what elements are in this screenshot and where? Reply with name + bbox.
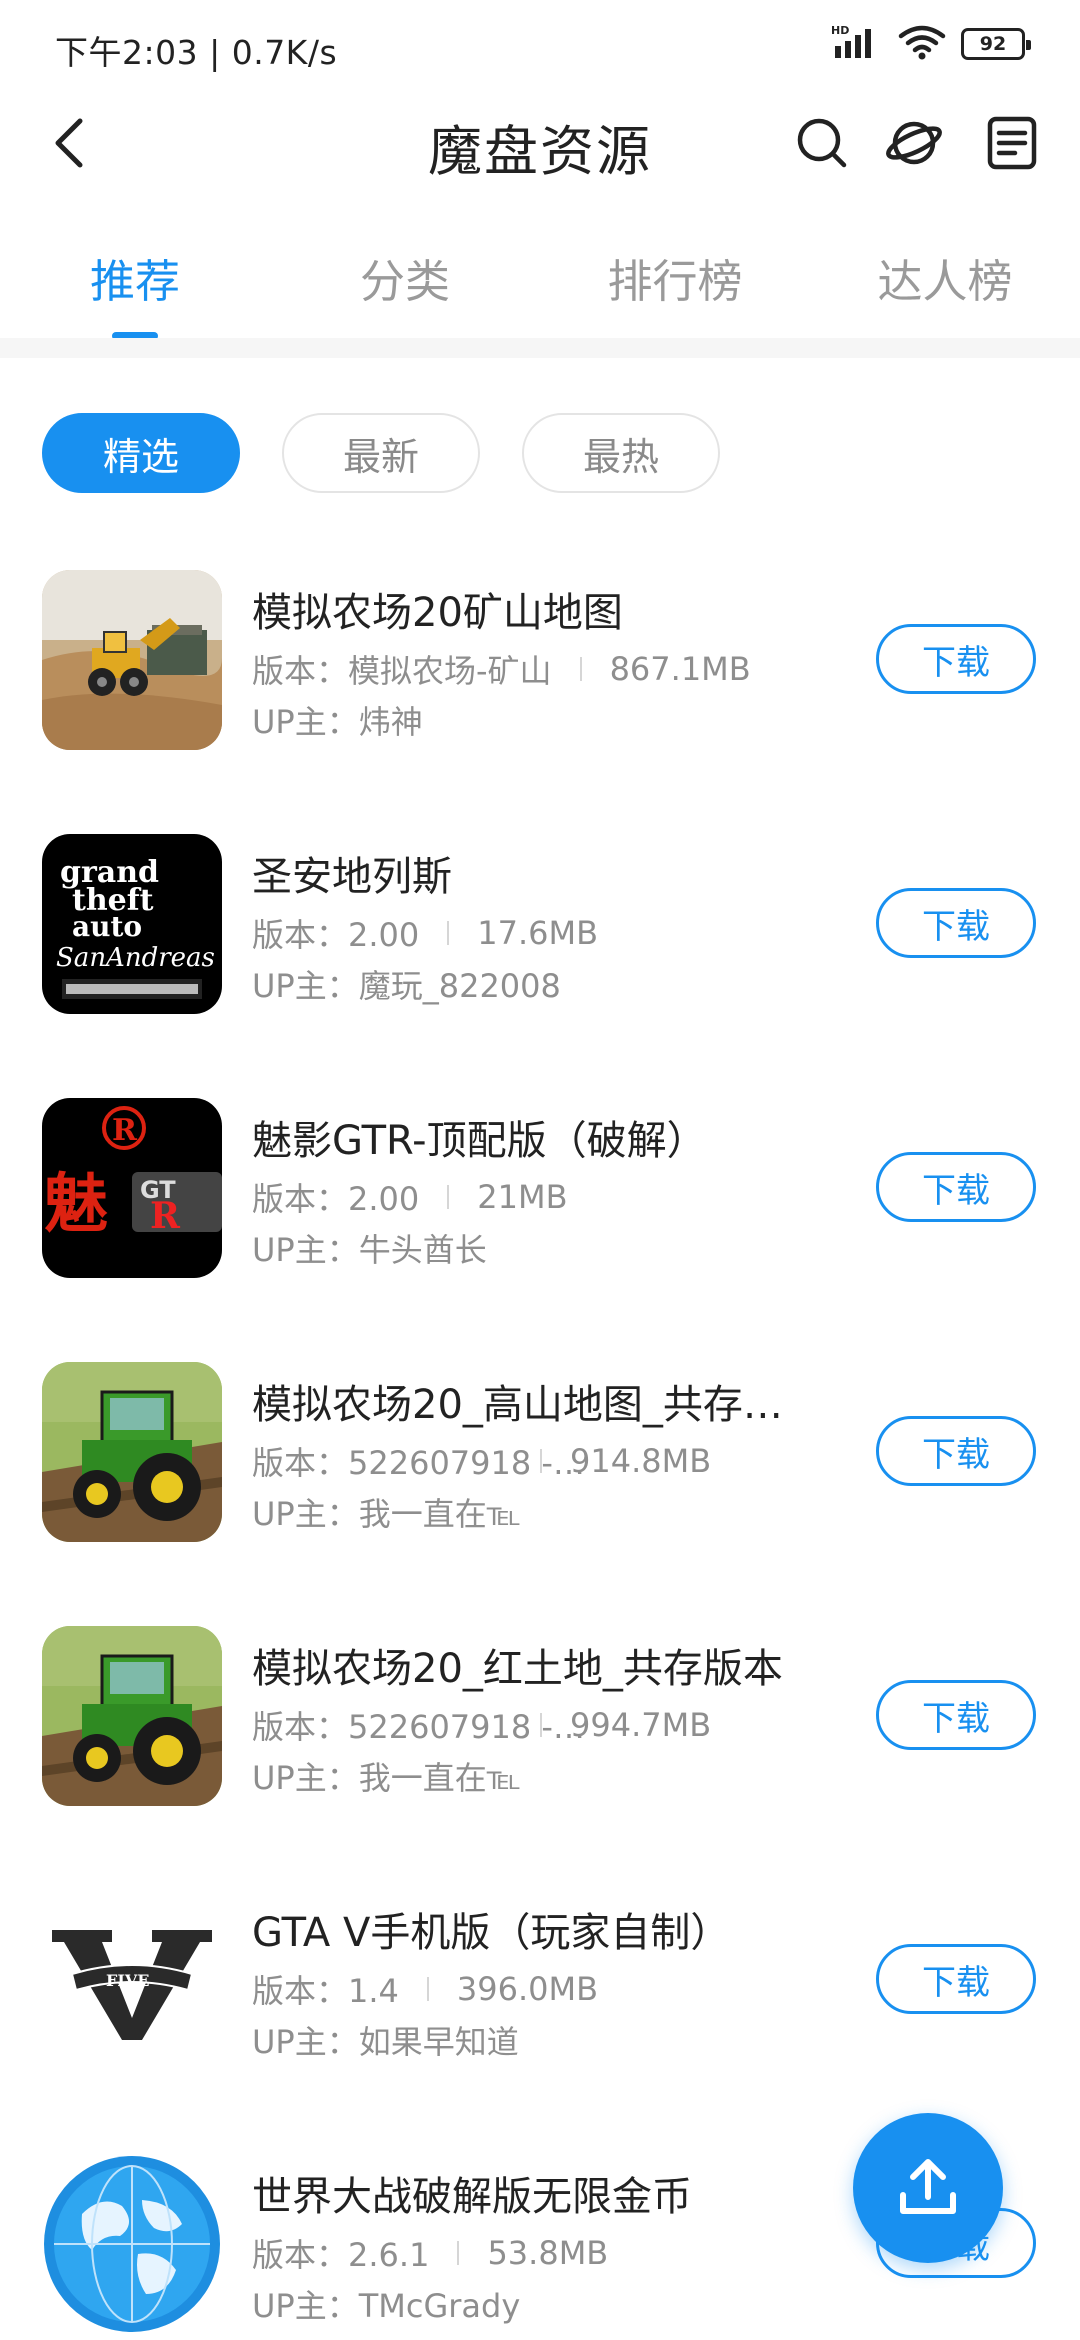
item-version: 版本：522607918 -… (252, 1708, 585, 1746)
filter-chip-latest[interactable]: 最新 (282, 413, 480, 493)
item-version: 版本：522607918 -… (252, 1444, 585, 1482)
status-icons: HD 92 (831, 24, 1031, 64)
green-tractor-thumbnail (42, 1362, 222, 1542)
item-meta: 版本：2.00 17.6MB (252, 910, 598, 956)
item-uploader: UP主：我一直在℡ (252, 1495, 522, 1533)
item-meta: 版本：522607918 -… 994.7MB (252, 1702, 711, 1748)
green-tractor-thumbnail (42, 1626, 222, 1806)
planet-icon (886, 121, 942, 165)
item-uploader: UP主：TMcGrady (252, 2287, 521, 2325)
app-header: 魔盘资源 (0, 95, 1080, 195)
gtr-logo: R 魅 GT R (42, 1098, 222, 1278)
item-title: 魅影GTR-顶配版（破解） (252, 1118, 707, 1164)
upload-icon (900, 2159, 956, 2214)
gta-san-andreas-logo: grand theft auto SanAndreas (42, 834, 222, 1014)
item-uploader: UP主：牛头酋长 (252, 1231, 487, 1269)
item-title: 模拟农场20_高山地图_共存版本 (252, 1382, 822, 1428)
search-button[interactable] (790, 111, 854, 175)
item-title: 圣安地列斯 (252, 854, 452, 900)
item-meta: 版本：2.6.1 53.8MB (252, 2230, 608, 2276)
document-button[interactable] (980, 111, 1044, 175)
item-version: 版本：2.00 (252, 916, 420, 954)
tab-recommend[interactable]: 推荐 (90, 245, 180, 310)
document-list-icon (987, 116, 1037, 170)
item-uploader: UP主：我一直在℡ (252, 1759, 522, 1797)
meta-separator (579, 657, 582, 681)
tab-category[interactable]: 分类 (360, 245, 450, 310)
item-uploader: UP主：如果早知道 (252, 2023, 519, 2061)
item-title: 世界大战破解版无限金币 (252, 2174, 692, 2220)
list-item[interactable]: FIVE GTA V手机版（玩家自制） 版本：1.4 396.0MB UP主：如… (0, 1888, 1080, 2152)
meta-separator (457, 2241, 460, 2265)
tab-experts[interactable]: 达人榜 (877, 245, 1012, 310)
gta-five-logo: FIVE (42, 1890, 222, 2070)
list-item[interactable]: R 魅 GT R 魅影GTR-顶配版（破解） 版本：2.00 21MB UP主：… (0, 1096, 1080, 1360)
item-meta: 版本：1.4 396.0MB (252, 1966, 598, 2012)
item-uploader: UP主：炜神 (252, 703, 423, 741)
download-button[interactable]: 下载 (876, 624, 1036, 694)
list-item[interactable]: 模拟农场20矿山地图 版本：模拟农场-矿山 867.1MB UP主：炜神 下载 (0, 568, 1080, 832)
meta-separator (426, 1977, 429, 2001)
mining-loader-thumbnail (42, 570, 222, 750)
item-size: 21MB (477, 1178, 568, 1216)
tab-ranking[interactable]: 排行榜 (607, 245, 742, 310)
item-size: 914.8MB (570, 1442, 712, 1480)
meta-separator (447, 1185, 450, 1209)
item-version: 版本：2.00 (252, 1180, 420, 1218)
upload-button[interactable] (853, 2113, 1003, 2263)
item-size: 994.7MB (570, 1706, 712, 1744)
meta-separator (540, 1449, 542, 1473)
svg-text:R: R (150, 1195, 181, 1237)
item-version: 版本：2.6.1 (252, 2236, 430, 2274)
item-size: 53.8MB (487, 2234, 609, 2272)
signal-icon: HD (831, 24, 883, 64)
filter-chip-hottest[interactable]: 最热 (522, 413, 720, 493)
download-button[interactable]: 下载 (876, 1416, 1036, 1486)
filter-chip-featured[interactable]: 精选 (42, 413, 240, 493)
filter-chips: 精选 最新 最热 (42, 413, 720, 493)
meta-separator (447, 921, 450, 945)
svg-text:FIVE: FIVE (106, 1971, 149, 1990)
svg-text:魅: 魅 (44, 1167, 108, 1242)
planet-button[interactable] (882, 111, 946, 175)
svg-text:SanAndreas: SanAndreas (56, 943, 215, 973)
item-size: 867.1MB (609, 650, 751, 688)
battery-level: 92 (979, 33, 1007, 55)
download-button[interactable]: 下载 (876, 1680, 1036, 1750)
item-title: GTA V手机版（玩家自制） (252, 1910, 731, 1956)
item-size: 17.6MB (477, 914, 599, 952)
globe-icon (42, 2154, 222, 2334)
list-item[interactable]: grand theft auto SanAndreas 圣安地列斯 版本：2.0… (0, 832, 1080, 1096)
item-version: 版本：1.4 (252, 1972, 399, 2010)
svg-text:auto: auto (72, 910, 142, 943)
battery-icon: 92 (961, 28, 1031, 60)
search-icon (797, 118, 847, 168)
item-meta: 版本：522607918 -… 914.8MB (252, 1438, 711, 1484)
item-uploader: UP主：魔玩_822008 (252, 967, 561, 1005)
download-button[interactable]: 下载 (876, 1152, 1036, 1222)
item-size: 396.0MB (456, 1970, 599, 2008)
resource-list: 模拟农场20矿山地图 版本：模拟农场-矿山 867.1MB UP主：炜神 下载 … (0, 568, 1080, 2340)
wifi-icon (897, 24, 947, 64)
main-tabs: 推荐 分类 排行榜 达人榜 (0, 225, 1080, 345)
list-item[interactable]: 模拟农场20_红土地_共存版本 版本：522607918 -… 994.7MB … (0, 1624, 1080, 1888)
section-divider (0, 338, 1080, 358)
meta-separator (540, 1713, 542, 1737)
network-label: HD (831, 24, 849, 37)
status-bar: 下午2:03 | 0.7K/s HD 92 (0, 0, 1080, 90)
item-meta: 版本：2.00 21MB (252, 1174, 568, 1220)
list-item[interactable]: 模拟农场20_高山地图_共存版本 版本：522607918 -… 914.8MB… (0, 1360, 1080, 1624)
item-title: 模拟农场20矿山地图 (252, 590, 623, 636)
download-button[interactable]: 下载 (876, 888, 1036, 958)
item-meta: 版本：模拟农场-矿山 867.1MB (252, 646, 751, 692)
item-title: 模拟农场20_红土地_共存版本 (252, 1646, 783, 1692)
status-time-speed: 下午2:03 | 0.7K/s (55, 33, 338, 72)
item-version: 版本：模拟农场-矿山 (252, 652, 552, 690)
svg-text:R: R (112, 1113, 138, 1148)
download-button[interactable]: 下载 (876, 1944, 1036, 2014)
